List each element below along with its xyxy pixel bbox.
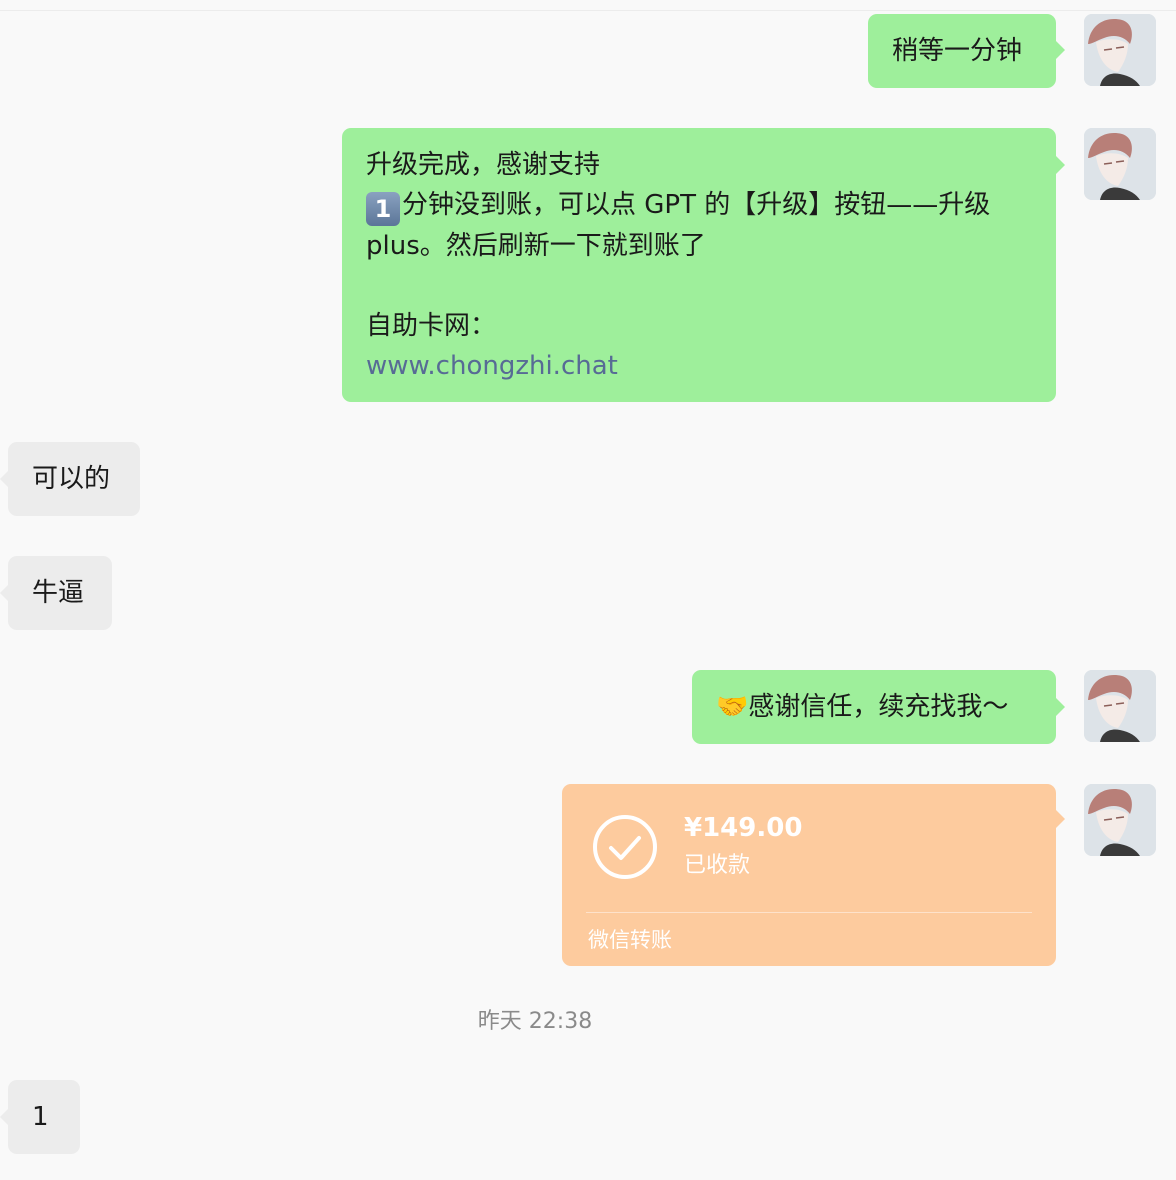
- message-line-text: 分钟没到账，可以点 GPT 的【升级】按钮——升级: [402, 190, 991, 220]
- avatar-illustration-icon: [1084, 128, 1156, 200]
- message-text: 感谢信任，续充找我～: [748, 692, 1009, 722]
- avatar[interactable]: [1084, 128, 1156, 200]
- message-text: 牛逼: [32, 578, 85, 608]
- received-message-bubble[interactable]: 可以的: [8, 442, 140, 516]
- transfer-amount: ¥149.00: [684, 813, 803, 843]
- avatar[interactable]: [1084, 784, 1156, 856]
- sent-message-bubble[interactable]: 🤝感谢信任，续充找我～: [692, 670, 1056, 744]
- bubble-tail: [1056, 810, 1065, 828]
- transfer-card[interactable]: ¥149.00 已收款 微信转账: [562, 784, 1056, 966]
- top-divider: [0, 10, 1176, 11]
- check-circle-icon: [593, 815, 657, 879]
- avatar-illustration-icon: [1084, 670, 1156, 742]
- bubble-tail: [1056, 698, 1065, 716]
- message-line: 1 分钟没到账，可以点 GPT 的【升级】按钮——升级: [366, 185, 1032, 226]
- message-text: 稍等一分钟: [892, 36, 1023, 66]
- message-text: 1: [32, 1102, 49, 1132]
- avatar-illustration-icon: [1084, 14, 1156, 86]
- message-text: 可以的: [32, 464, 111, 494]
- sent-message-bubble[interactable]: 稍等一分钟: [868, 14, 1056, 88]
- transfer-footer-label: 微信转账: [588, 928, 672, 952]
- sent-message-bubble[interactable]: 升级完成，感谢支持 1 分钟没到账，可以点 GPT 的【升级】按钮——升级 plu…: [342, 128, 1056, 402]
- message-line: 自助卡网：: [366, 311, 497, 341]
- message-line: 升级完成，感谢支持: [366, 150, 601, 180]
- transfer-divider: [586, 912, 1032, 913]
- received-message-bubble[interactable]: 1: [8, 1080, 80, 1154]
- bubble-tail: [1056, 41, 1065, 59]
- received-message-bubble[interactable]: 牛逼: [8, 556, 112, 630]
- avatar[interactable]: [1084, 14, 1156, 86]
- message-line: plus。然后刷新一下就到账了: [366, 231, 706, 261]
- keycap-one-icon: 1: [366, 192, 400, 226]
- avatar-illustration-icon: [1084, 784, 1156, 856]
- transfer-status: 已收款: [684, 853, 751, 878]
- website-link[interactable]: www.chongzhi.chat: [366, 346, 1032, 386]
- message-timestamp: 昨天 22:38: [477, 1009, 593, 1034]
- handshake-emoji: 🤝: [716, 692, 749, 722]
- bubble-tail: [1056, 156, 1065, 174]
- avatar[interactable]: [1084, 670, 1156, 742]
